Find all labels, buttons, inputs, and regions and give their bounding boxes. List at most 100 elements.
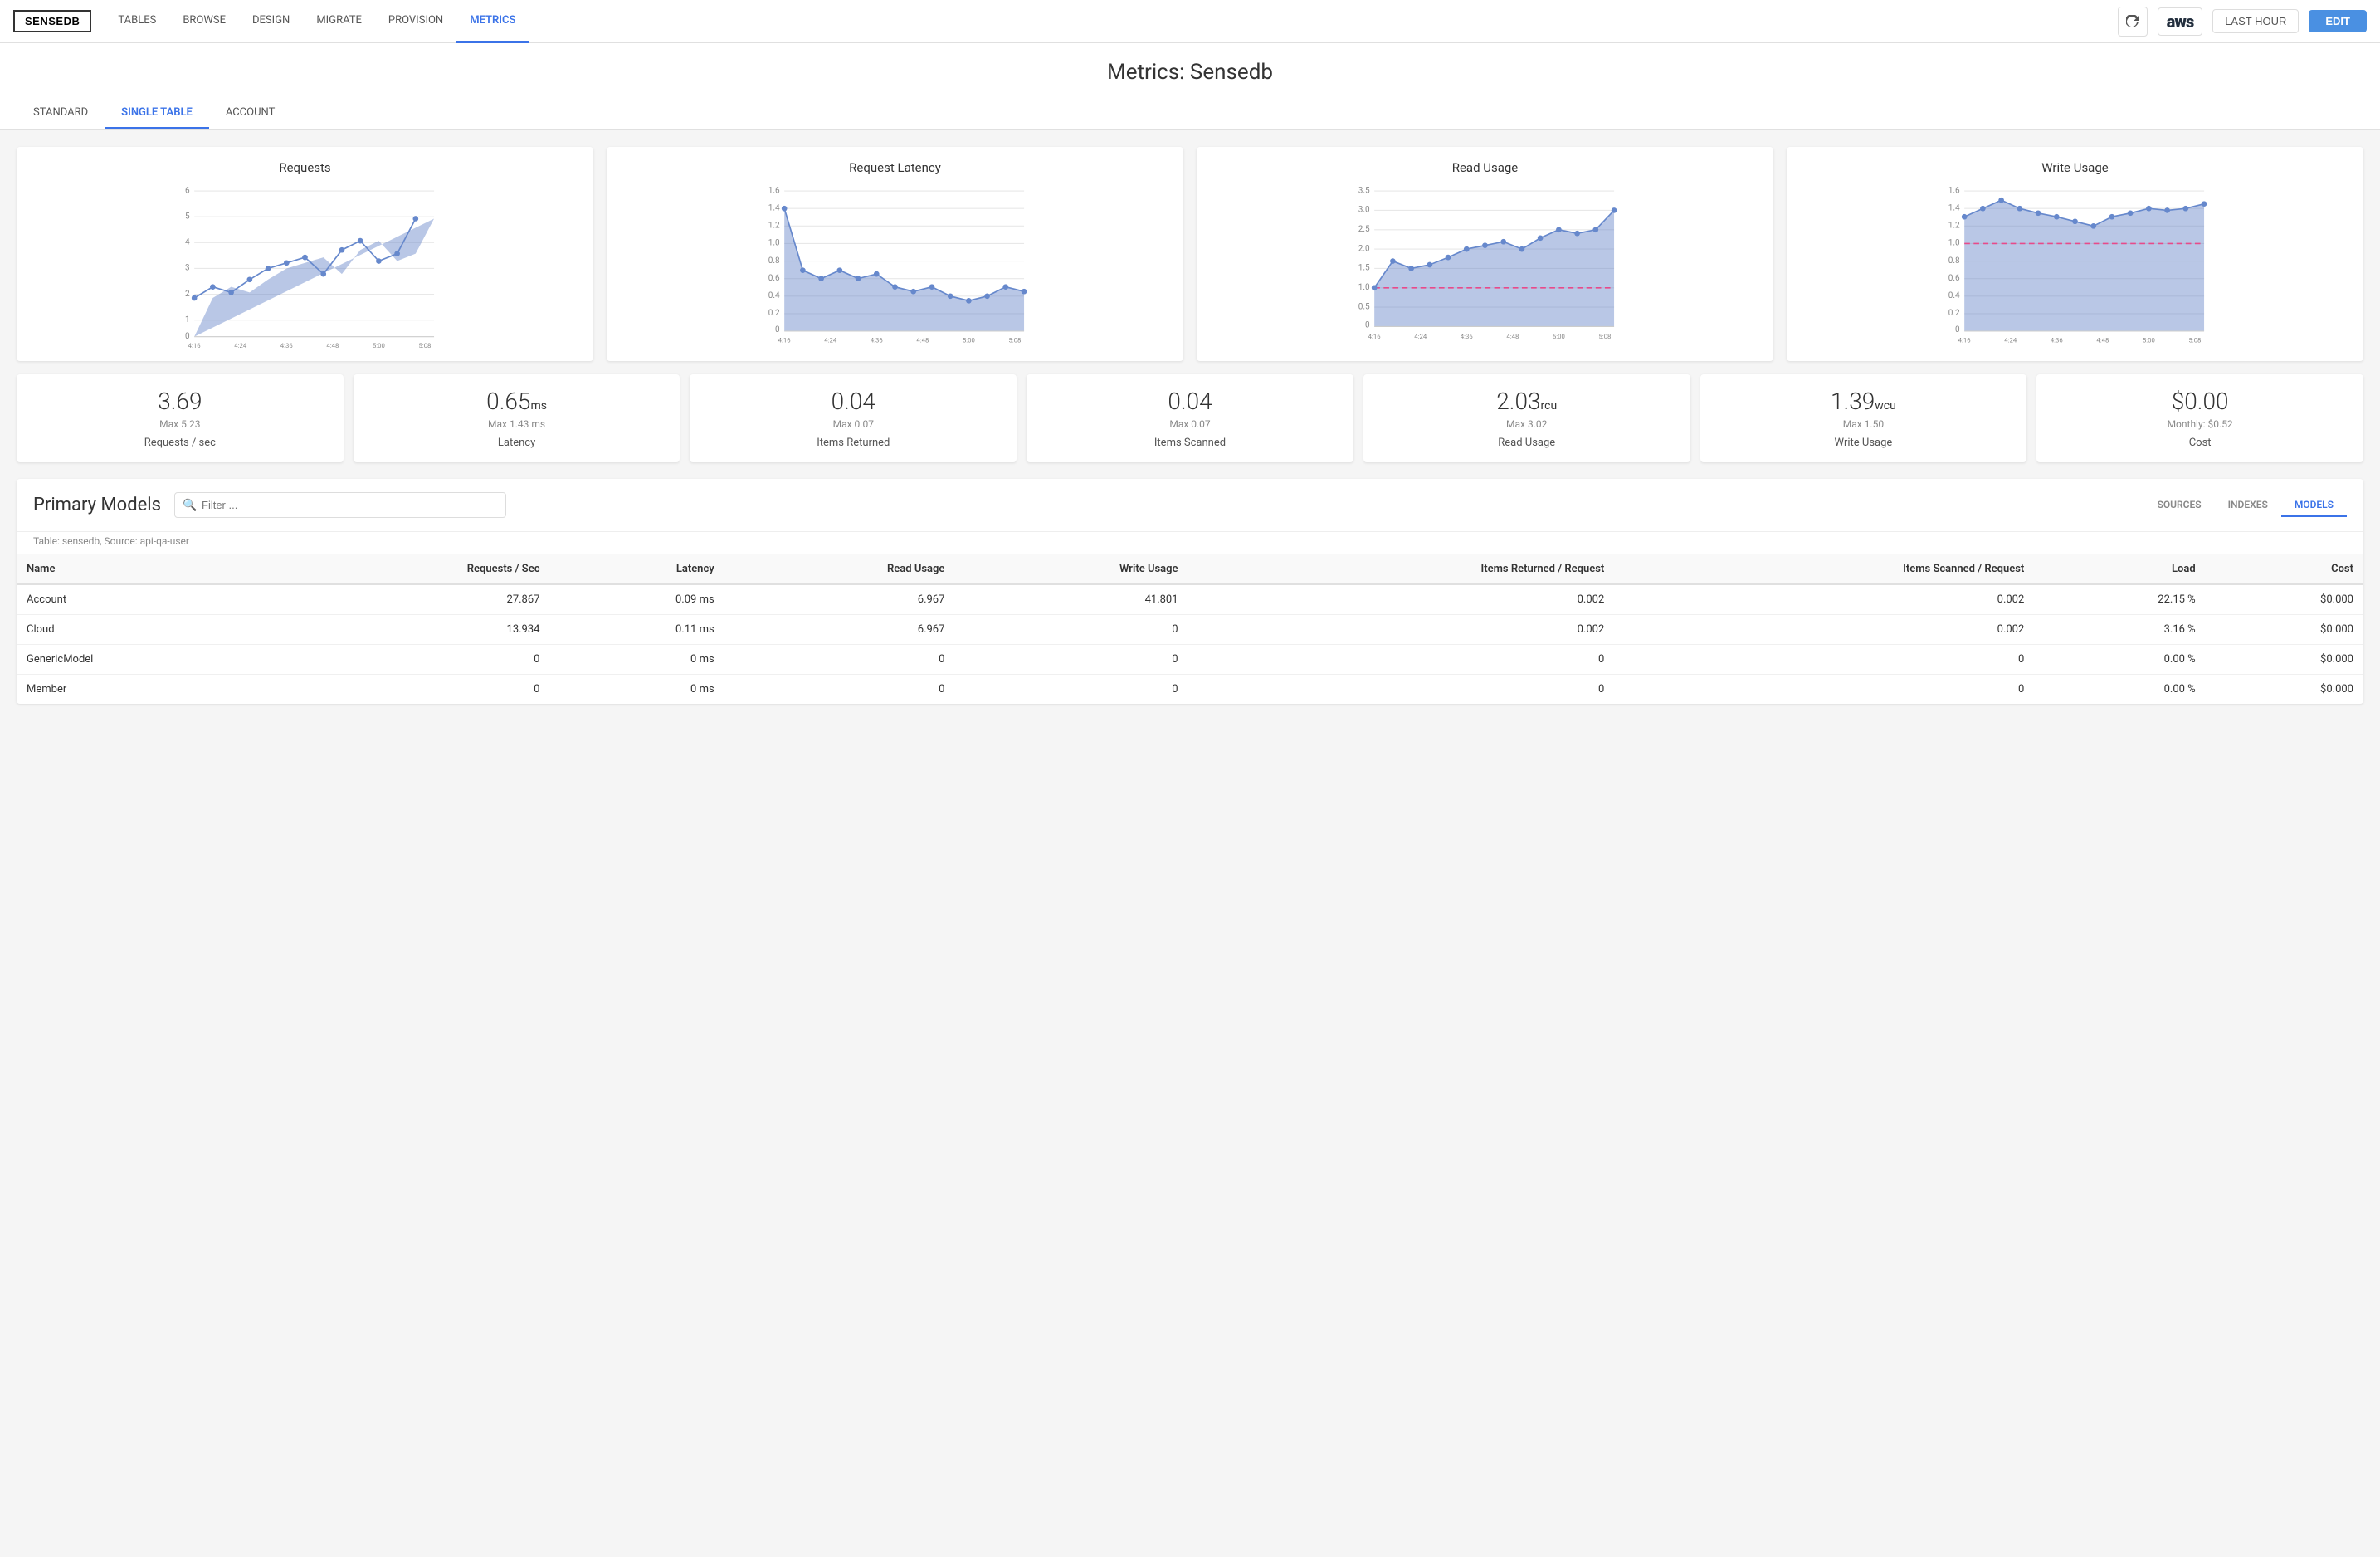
main-nav: TABLES BROWSE DESIGN MIGRATE PROVISION M…: [105, 0, 529, 42]
latency-chart-svg: 1.6 1.4 1.2 1.0 0.8 0.6 0.4 0.2 0: [620, 182, 1170, 348]
read-usage-chart-title: Read Usage: [1210, 160, 1760, 175]
svg-text:0: 0: [1955, 325, 1960, 334]
col-read: Read Usage: [724, 554, 955, 584]
latency-chart-card: Request Latency 1.6 1.4 1.2 1.0 0.8: [607, 147, 1183, 361]
col-write: Write Usage: [954, 554, 1188, 584]
cell-requests: 13.934: [274, 615, 549, 645]
svg-text:2: 2: [185, 290, 190, 299]
edit-button[interactable]: EDIT: [2309, 10, 2367, 32]
svg-text:4:24: 4:24: [234, 342, 247, 348]
nav-tables[interactable]: TABLES: [105, 0, 169, 43]
nav-browse[interactable]: BROWSE: [169, 0, 239, 43]
stat-label-requests: Requests / sec: [30, 437, 330, 449]
stat-requests: 3.69 Max 5.23 Requests / sec: [17, 374, 344, 462]
cell-cost: $0.000: [2206, 584, 2363, 615]
tab-standard[interactable]: STANDARD: [17, 98, 105, 129]
nav-migrate[interactable]: MIGRATE: [303, 0, 375, 43]
tab-account[interactable]: ACCOUNT: [209, 98, 292, 129]
write-usage-chart-card: Write Usage 1.6 1.4 1.2 1.0 0.8 0.6: [1787, 147, 2363, 361]
cell-write: 0: [954, 615, 1188, 645]
col-load: Load: [2034, 554, 2205, 584]
svg-text:0: 0: [185, 332, 190, 341]
cell-read: 6.967: [724, 615, 955, 645]
cell-name: GenericModel: [17, 645, 274, 675]
stat-max-cost: Monthly: $0.52: [2050, 418, 2350, 430]
logo-button[interactable]: SENSEDB: [13, 10, 91, 32]
nav-provision[interactable]: PROVISION: [375, 0, 456, 43]
write-usage-chart-container: 1.6 1.4 1.2 1.0 0.8 0.6 0.4 0.2 0: [1800, 182, 2350, 348]
stat-items-scanned: 0.04 Max 0.07 Items Scanned: [1027, 374, 1353, 462]
svg-text:5:00: 5:00: [1553, 333, 1565, 340]
svg-text:0: 0: [1365, 321, 1370, 330]
refresh-button[interactable]: [2118, 7, 2148, 37]
cell-read: 0: [724, 675, 955, 705]
svg-text:4:36: 4:36: [1461, 333, 1473, 340]
cell-items-scanned: 0: [1614, 675, 2034, 705]
cell-cost: $0.000: [2206, 645, 2363, 675]
col-cost: Cost: [2206, 554, 2363, 584]
cell-items-scanned: 0.002: [1614, 615, 2034, 645]
cell-cost: $0.000: [2206, 615, 2363, 645]
svg-text:0.8: 0.8: [768, 256, 780, 266]
svg-text:0.6: 0.6: [768, 274, 780, 283]
filter-input[interactable]: [174, 492, 506, 518]
svg-text:1: 1: [185, 315, 190, 325]
cell-items-returned: 0: [1188, 645, 1615, 675]
write-usage-chart-title: Write Usage: [1800, 160, 2350, 175]
svg-text:4:24: 4:24: [2004, 336, 2017, 344]
cell-requests: 27.867: [274, 584, 549, 615]
top-tabs: STANDARD SINGLE TABLE ACCOUNT: [0, 98, 2380, 130]
cell-name: Member: [17, 675, 274, 705]
stat-cost: $0.00 Monthly: $0.52 Cost: [2036, 374, 2363, 462]
cell-items-returned: 0.002: [1188, 584, 1615, 615]
stat-value-read-usage: 2.03rcu: [1377, 388, 1677, 415]
svg-text:1.0: 1.0: [1948, 239, 1960, 248]
cell-name: Cloud: [17, 615, 274, 645]
svg-text:4:16: 4:16: [778, 336, 791, 344]
stat-max-items-returned: Max 0.07: [703, 418, 1003, 430]
svg-text:1.4: 1.4: [768, 203, 780, 212]
main-content: Requests 6 5 4 3 2 1 0: [0, 130, 2380, 720]
col-latency: Latency: [549, 554, 724, 584]
cell-latency: 0.11 ms: [549, 615, 724, 645]
nav-metrics[interactable]: METRICS: [456, 0, 529, 43]
charts-grid: Requests 6 5 4 3 2 1 0: [17, 147, 2363, 361]
cell-requests: 0: [274, 645, 549, 675]
model-tabs: SOURCES INDEXES MODELS: [2144, 494, 2347, 517]
stat-write-usage: 1.39wcu Max 1.50 Write Usage: [1700, 374, 2027, 462]
stat-label-latency: Latency: [367, 437, 667, 449]
model-tab-models[interactable]: MODELS: [2281, 494, 2347, 517]
cell-read: 0: [724, 645, 955, 675]
aws-text: aws: [2167, 12, 2193, 32]
requests-chart-svg: 6 5 4 3 2 1 0: [30, 182, 580, 348]
stat-value-latency: 0.65ms: [367, 388, 667, 415]
svg-text:6: 6: [185, 186, 190, 195]
stat-items-returned: 0.04 Max 0.07 Items Returned: [690, 374, 1017, 462]
stat-label-items-returned: Items Returned: [703, 437, 1003, 449]
col-items-scanned: Items Scanned / Request: [1614, 554, 2034, 584]
svg-text:1.2: 1.2: [768, 222, 780, 231]
svg-text:5:08: 5:08: [1598, 333, 1611, 340]
stat-label-write-usage: Write Usage: [1714, 437, 2014, 449]
table-row: Member 0 0 ms 0 0 0 0 0.00 % $0.000: [17, 675, 2363, 705]
svg-text:4:16: 4:16: [1368, 333, 1381, 340]
table-header-row: Name Requests / Sec Latency Read Usage W…: [17, 554, 2363, 584]
stat-value-requests: 3.69: [30, 388, 330, 415]
models-section: Primary Models 🔍 SOURCES INDEXES MODELS …: [17, 479, 2363, 704]
svg-text:5: 5: [185, 212, 190, 221]
table-row: Cloud 13.934 0.11 ms 6.967 0 0.002 0.002…: [17, 615, 2363, 645]
filter-wrap: 🔍: [174, 492, 506, 518]
cell-items-returned: 0: [1188, 675, 1615, 705]
stat-max-latency: Max 1.43 ms: [367, 418, 667, 430]
page-title: Metrics: Sensedb: [0, 43, 2380, 98]
model-tab-indexes[interactable]: INDEXES: [2215, 494, 2281, 517]
svg-text:1.2: 1.2: [1948, 222, 1960, 231]
nav-design[interactable]: DESIGN: [239, 0, 303, 43]
tab-single-table[interactable]: SINGLE TABLE: [105, 98, 209, 129]
svg-text:1.0: 1.0: [1358, 283, 1370, 292]
table-row: GenericModel 0 0 ms 0 0 0 0 0.00 % $0.00…: [17, 645, 2363, 675]
col-name: Name: [17, 554, 274, 584]
table-row: Account 27.867 0.09 ms 6.967 41.801 0.00…: [17, 584, 2363, 615]
model-tab-sources[interactable]: SOURCES: [2144, 494, 2215, 517]
last-hour-button[interactable]: LAST HOUR: [2212, 9, 2299, 33]
